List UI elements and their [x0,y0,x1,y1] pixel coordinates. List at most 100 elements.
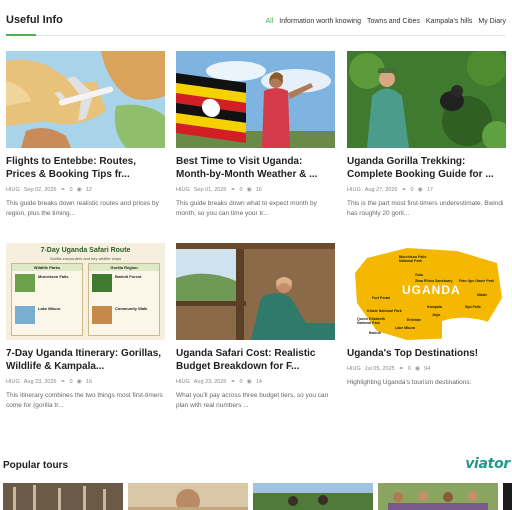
tour-card[interactable] [378,483,498,510]
comment-icon: ⚭ [60,187,66,193]
article-title[interactable]: Uganda's Top Destinations! [347,347,506,360]
map-place-label: Bwindi [369,331,381,335]
comment-count: 0 [69,186,73,193]
comment-icon: ⚭ [60,379,66,385]
article-thumbnail[interactable]: 7-Day Uganda Safari Route Gorilla encoun… [6,243,165,340]
uganda-flag-woman-image [176,51,335,148]
tab-my-diary[interactable]: My Diary [478,18,506,25]
view-count: 16 [255,186,262,193]
category-tabs: All Information worth knowing Towns and … [265,18,506,25]
article-card: Uganda Gorilla Trekking: Complete Bookin… [347,51,506,219]
article-thumbnail[interactable] [6,51,165,148]
article-thumbnail[interactable] [347,51,506,148]
article-meta: HIUG Sep 02, 2026 ⚭ 0 ◉ 12 [6,186,165,194]
tour-image [378,483,498,510]
map-place-label: Gulu [415,273,424,277]
article-excerpt: This guide breaks down realistic routes … [6,200,159,217]
tour-card[interactable] [128,483,248,510]
tab-kampalas-hills[interactable]: Kampala's hills [426,18,472,25]
comment-count: 0 [239,186,243,193]
map-place-label: Fort Portal [372,296,391,300]
viator-logo[interactable]: viator [465,456,510,472]
infographic-panel-left: Wildlife Parks Murchison Falls Lake Mbur… [11,263,83,336]
article-author: HIUG [347,365,361,372]
article-card: Best Time to Visit Uganda: Month-by-Mont… [176,51,335,219]
article-excerpt: This is the part most first-timers under… [347,200,504,217]
article-author: HIUG [6,186,20,193]
comment-icon: ⚭ [230,379,236,385]
section-title: Useful Info [6,14,63,26]
article-card: UGANDA Murchison Falls National Park Pia… [347,243,506,398]
infographic-title: 7-Day Uganda Safari Route [40,247,131,254]
article-date: Aug 23, 2026 [23,378,57,385]
popular-tours-title: Popular tours [3,460,69,471]
eye-icon: ◉ [246,187,252,193]
comment-count: 0 [69,378,73,385]
article-card: Flights to Entebbe: Routes, Prices & Boo… [6,51,165,219]
map-place-label: Sipi Falls [465,305,481,309]
infographic-left-heading: Wildlife Parks [12,264,82,271]
map-airplane-image [6,51,165,148]
infographic-left-img [15,306,35,324]
tab-towns-and-cities[interactable]: Towns and Cities [367,18,420,25]
tour-card[interactable] [253,483,373,510]
view-count: 16 [85,378,92,385]
comment-count: 0 [407,365,411,372]
article-excerpt: This guide breaks down what to expect mo… [176,200,317,217]
tab-all[interactable]: All [265,18,273,25]
eye-icon: ◉ [417,187,423,193]
article-excerpt: This itinerary combines the two things m… [6,392,163,409]
section-header: Useful Info All Information worth knowin… [6,12,506,36]
article-date: Aug 23, 2026 [193,378,227,385]
article-meta: HIUG Aug 23, 2026 ⚭ 0 ◉ 14 [176,378,335,386]
map-country-label: UGANDA [402,283,461,297]
infographic-right-item: Bwindi Forest [115,274,142,279]
article-title[interactable]: Uganda Safari Cost: Realistic Budget Bre… [176,347,335,373]
map-place-label: Kibale National Park [367,309,402,313]
tour-image [253,483,373,510]
tour-image [128,483,248,510]
infographic-right-heading: Gorilla Region [89,264,159,271]
infographic-right-item: Community Walk [115,306,148,311]
map-place-label: Jinja [432,313,441,317]
article-meta: HIUG Jul 05, 2025 ⚭ 0 ◉ 94 [347,365,506,373]
article-date: Jul 05, 2025 [364,365,395,372]
article-meta: HIUG Aug 27, 2026 ⚭ 0 ◉ 17 [347,186,506,194]
infographic-left-item: Murchison Falls [38,274,69,279]
article-author: HIUG [176,186,190,193]
eye-icon: ◉ [246,379,252,385]
map-place-label: Lake Mburo [395,326,416,330]
map-place-label: Kampala [427,305,442,309]
eye-icon: ◉ [76,187,82,193]
view-count: 12 [85,186,92,193]
article-title[interactable]: Uganda Gorilla Trekking: Complete Bookin… [347,155,506,181]
eye-icon: ◉ [76,379,82,385]
comment-count: 0 [239,378,243,385]
article-title[interactable]: 7-Day Uganda Itinerary: Gorillas, Wildli… [6,347,165,373]
article-thumbnail[interactable]: UGANDA Murchison Falls National Park Pia… [347,243,506,340]
infographic-subtitle: Gorilla encounters and key wildlife stop… [49,256,122,261]
article-thumbnail[interactable] [176,243,335,340]
article-thumbnail[interactable] [176,51,335,148]
tab-information-worth-knowing[interactable]: Information worth knowing [279,18,361,25]
infographic-left-img [15,274,35,292]
map-place-label: Pian Upe Game Park [459,279,495,283]
tour-image [3,483,123,510]
gorilla-trek-image [347,51,506,148]
map-place-label: Entebbe [407,318,422,322]
article-card: Uganda Safari Cost: Realistic Budget Bre… [176,243,335,411]
article-meta: HIUG Aug 23, 2026 ⚭ 0 ◉ 16 [6,378,165,386]
article-title[interactable]: Best Time to Visit Uganda: Month-by-Mont… [176,155,335,181]
view-count: 94 [424,365,431,372]
article-excerpt: Highlighting Uganda's tourism destinatio… [347,379,472,386]
infographic-right-img [92,274,112,292]
map-place-label: Murchison Falls National Park [399,255,427,263]
map-place-label: Ziwa Rhino Sanctuary [415,279,453,283]
tour-card[interactable] [503,483,512,510]
article-date: Aug 27, 2026 [364,186,398,193]
article-author: HIUG [6,378,20,385]
article-author: HIUG [176,378,190,385]
view-count: 14 [255,378,262,385]
tour-card[interactable] [3,483,123,510]
article-title[interactable]: Flights to Entebbe: Routes, Prices & Boo… [6,155,165,181]
